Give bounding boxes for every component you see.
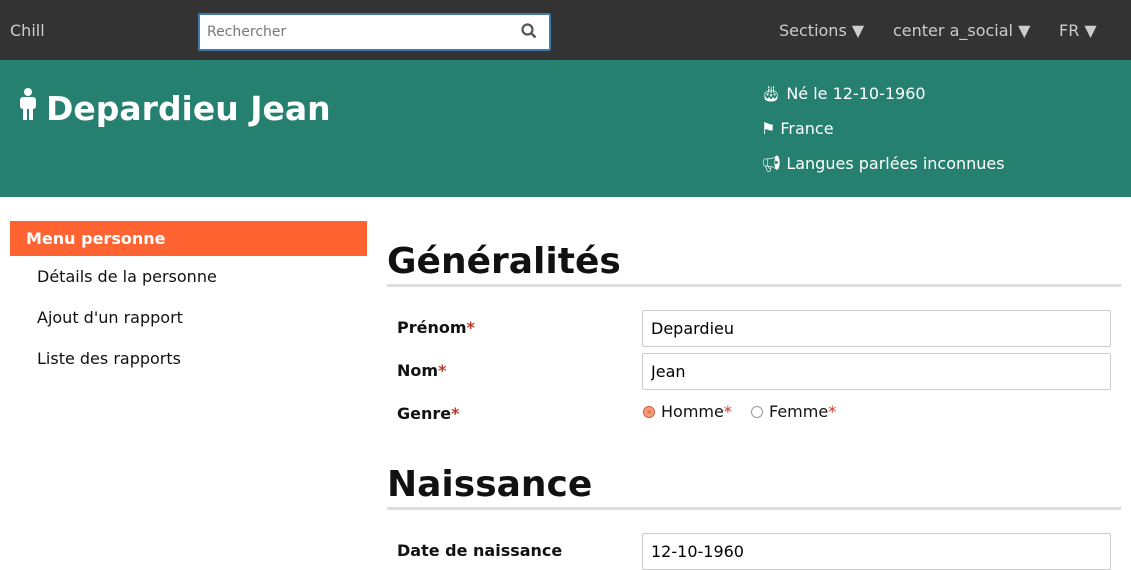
search-icon[interactable]	[521, 23, 537, 43]
prenom-input[interactable]	[642, 310, 1111, 347]
brand-link[interactable]: Chill	[10, 21, 45, 40]
top-navbar: Chill Sections ▼ center a_social ▼ FR ▼	[0, 0, 1131, 60]
person-header: Depardieu Jean 🎂︎ Né le 12-10-1960 ⚑ Franc…	[0, 60, 1131, 197]
search-input[interactable]	[200, 15, 500, 49]
radio-femme[interactable]: Femme *	[751, 402, 836, 421]
flag-icon: ⚑	[761, 119, 776, 138]
menu-item-report-list[interactable]: Liste des rapports	[37, 349, 181, 368]
bullhorn-icon: 📢︎	[761, 154, 782, 173]
date-label: Date de naissance	[397, 541, 563, 560]
section-title-generalites: Généralités	[387, 241, 1121, 287]
genre-label: Genre*	[397, 404, 460, 423]
menu-title: Menu personne	[10, 221, 367, 256]
radio-homme[interactable]: Homme *	[643, 402, 732, 421]
male-person-icon	[18, 88, 38, 128]
birthday-cake-icon: 🎂︎	[761, 84, 782, 103]
nom-input[interactable]	[642, 353, 1111, 390]
spoken-languages: Langues parlées inconnues	[786, 154, 1005, 173]
birth-date: Né le 12-10-1960	[786, 84, 926, 103]
nom-label: Nom*	[397, 361, 447, 380]
section-title-naissance: Naissance	[387, 464, 1121, 510]
person-name: Depardieu Jean	[46, 88, 331, 128]
search-box	[198, 13, 551, 51]
sections-dropdown[interactable]: Sections ▼	[779, 21, 864, 40]
menu-item-details[interactable]: Détails de la personne	[37, 267, 217, 286]
menu-item-add-report[interactable]: Ajout d'un rapport	[37, 308, 183, 327]
center-dropdown[interactable]: center a_social ▼	[893, 21, 1030, 40]
radio-checked-icon[interactable]	[643, 405, 655, 418]
prenom-label: Prénom*	[397, 318, 475, 337]
birthdate-input[interactable]	[642, 533, 1111, 570]
radio-unchecked-icon[interactable]	[751, 405, 763, 418]
nationality: France	[780, 119, 834, 138]
language-dropdown[interactable]: FR ▼	[1059, 21, 1097, 40]
